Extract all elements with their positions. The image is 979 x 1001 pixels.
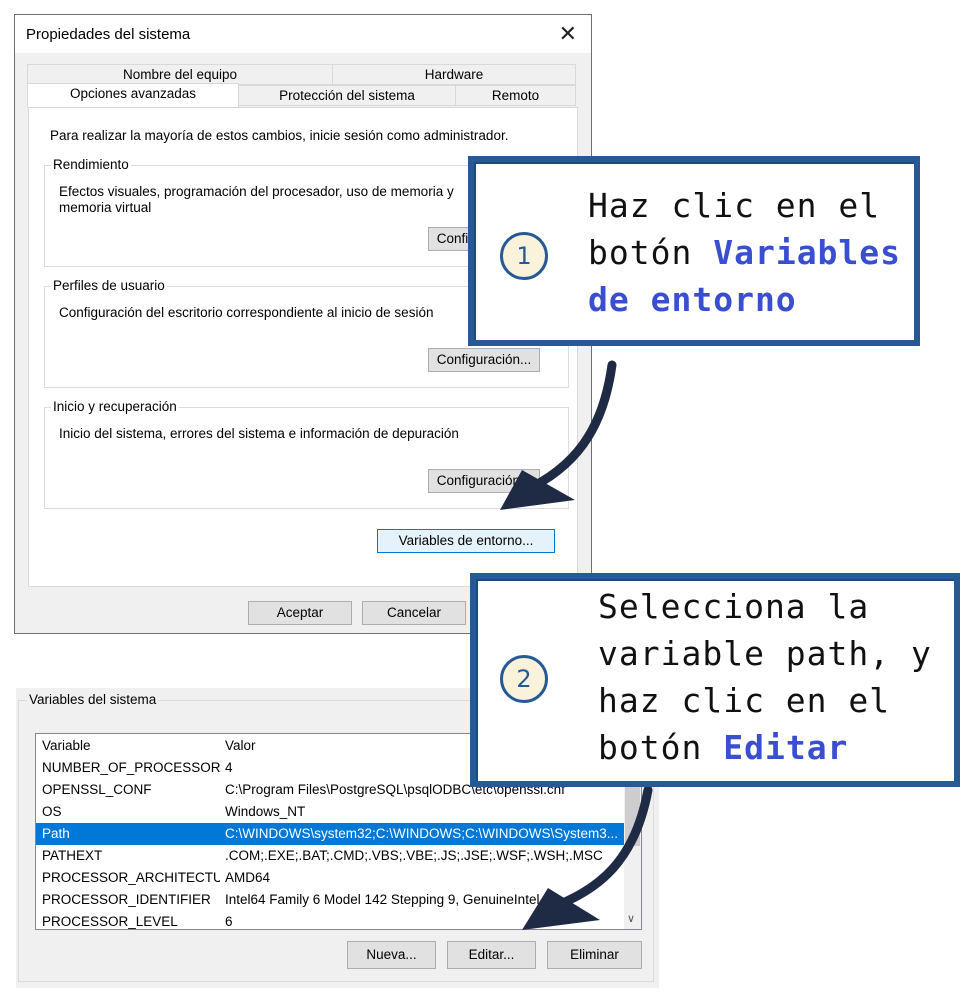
callout-step-1: 1 Haz clic en el botón Variables de ento… [468,156,920,346]
performance-description: Efectos visuales, programación del proce… [59,184,454,215]
dialog-title: Propiedades del sistema [26,26,191,43]
tab-advanced-options[interactable]: Opciones avanzadas [27,83,239,107]
startup-recovery-legend: Inicio y recuperación [51,399,179,414]
startup-recovery-group: Inicio y recuperación Inicio del sistema… [44,399,569,509]
variable-value-cell: C:\WINDOWS\system32;C:\WINDOWS;C:\WINDOW… [225,826,619,841]
variable-value-cell: Windows_NT [225,804,306,819]
performance-legend: Rendimiento [51,157,131,172]
variable-name-cell: PROCESSOR_LEVEL [42,914,178,929]
user-profiles-description: Configuración del escritorio correspondi… [59,305,434,320]
variable-name-cell: Path [42,826,70,841]
tab-computer-name[interactable]: Nombre del equipo [27,64,333,85]
callout-step-2: 2 Selecciona la variable path, y haz cli… [470,573,960,787]
cancel-button[interactable]: Cancelar [362,601,466,625]
user-profiles-legend: Perfiles de usuario [51,278,167,293]
startup-recovery-settings-button[interactable]: Configuración... [428,469,540,493]
variable-name-cell: PROCESSOR_ARCHITECTU... [42,870,220,885]
admin-notice: Para realizar la mayoría de estos cambio… [50,128,509,143]
step-number-2: 2 [500,655,548,703]
tab-system-protection[interactable]: Protección del sistema [238,85,456,106]
variable-value-cell: .COM;.EXE;.BAT;.CMD;.VBS;.VBE;.JS;.JSE;.… [225,848,603,863]
tab-remote[interactable]: Remoto [455,85,576,106]
system-variables-legend: Variables del sistema [27,692,159,707]
variable-value-cell: AMD64 [225,870,271,885]
variable-name-cell: PROCESSOR_IDENTIFIER [42,892,211,907]
table-row[interactable]: OS Windows_NT [36,801,624,823]
ok-button[interactable]: Aceptar [248,601,352,625]
table-row[interactable]: PATHEXT .COM;.EXE;.BAT;.CMD;.VBS;.VBE;.JS… [36,845,624,867]
title-bar: Propiedades del sistema ✕ [15,15,591,53]
variable-name-cell: PATHEXT [42,848,103,863]
variable-value-cell: Intel64 Family 6 Model 142 Stepping 9, G… [225,892,540,907]
table-row[interactable]: PROCESSOR_IDENTIFIER Intel64 Family 6 Mod… [36,889,624,911]
variable-name-cell: OPENSSL_CONF [42,782,152,797]
chevron-down-icon[interactable]: ∨ [627,912,635,925]
step-number-1: 1 [500,232,548,280]
step-2-instruction: Selecciona la variable path, y haz clic … [598,587,932,767]
table-row[interactable]: Path C:\WINDOWS\system32;C:\WINDOWS;C:\WI… [36,823,624,845]
tab-hardware[interactable]: Hardware [332,64,576,85]
delete-variable-button[interactable]: Eliminar [547,941,642,969]
startup-recovery-description: Inicio del sistema, errores del sistema … [59,426,459,441]
table-row[interactable]: PROCESSOR_ARCHITECTU... AMD64 [36,867,624,889]
column-header-variable[interactable]: Variable [42,735,220,757]
table-row[interactable]: PROCESSOR_LEVEL 6 [36,911,624,929]
edit-variable-button[interactable]: Editar... [447,941,536,969]
new-variable-button[interactable]: Nueva... [347,941,436,969]
variable-name-cell: OS [42,804,62,819]
step-1-instruction: Haz clic en el botón Variables de entorn… [588,186,902,319]
variable-value-cell: 6 [225,914,233,929]
close-icon[interactable]: ✕ [559,21,577,47]
variable-name-cell: NUMBER_OF_PROCESSORS [42,760,220,775]
user-profiles-settings-button[interactable]: Configuración... [428,348,540,372]
environment-variables-button[interactable]: Variables de entorno... [377,529,555,553]
